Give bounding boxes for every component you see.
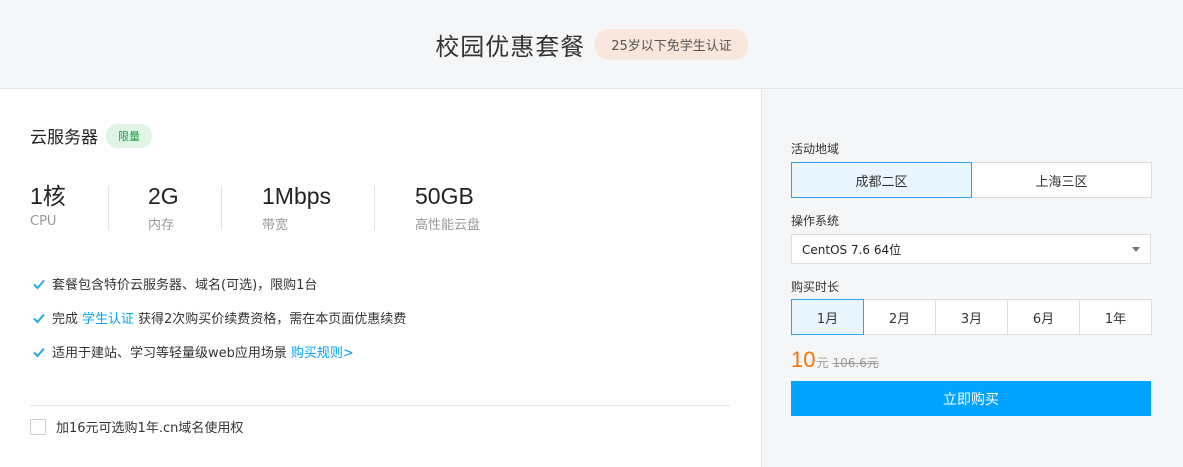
feature-list: 套餐包含特价云服务器、域名(可选)，限购1台 完成 学生认证 获得2次购买价续费… xyxy=(32,275,406,377)
spec-memory: 2G 内存 xyxy=(109,182,222,233)
package-details: 云服务器 限量 1核 CPU 2G 内存 1Mbps 带宽 50GB 高性能云盘 xyxy=(0,89,762,467)
price-value: 10 xyxy=(791,347,816,372)
limited-badge: 限量 xyxy=(106,123,152,148)
divider xyxy=(30,405,730,406)
original-price: 106.6元 xyxy=(832,356,879,370)
spec-value: 2G xyxy=(148,183,179,209)
feature-item: 完成 学生认证 获得2次购买价续费资格，需在本页面优惠续费 xyxy=(32,308,407,327)
check-icon xyxy=(33,313,45,323)
student-badge: 25岁以下免学生认证 xyxy=(595,28,748,60)
spec-value: 1核 xyxy=(30,183,66,209)
duration-label: 购买时长 xyxy=(791,280,840,294)
duration-option-3m[interactable]: 3月 xyxy=(935,299,1008,335)
feature-item: 适用于建站、学习等轻量级web应用场景 购买规则> xyxy=(32,342,406,361)
os-select-value: CentOS 7.6 64位 xyxy=(802,242,902,257)
price: 10 元 106.6元 xyxy=(791,347,879,373)
price-unit: 元 xyxy=(816,356,829,370)
region-label: 活动地域 xyxy=(791,142,840,156)
caret-down-icon xyxy=(1132,247,1140,252)
region-option-chengdu[interactable]: 成都二区 xyxy=(791,162,972,198)
spec-label: 带宽 xyxy=(262,218,289,233)
purchase-panel: 活动地域 成都二区 上海三区 操作系统 CentOS 7.6 64位 购买时长 … xyxy=(762,89,1183,467)
spec-list: 1核 CPU 2G 内存 1Mbps 带宽 50GB 高性能云盘 xyxy=(30,182,525,233)
os-select[interactable]: CentOS 7.6 64位 xyxy=(791,234,1151,264)
os-label: 操作系统 xyxy=(791,214,840,228)
page-title: 校园优惠套餐 xyxy=(435,32,586,61)
duration-option-1y[interactable]: 1年 xyxy=(1079,299,1152,335)
student-verify-link[interactable]: 学生认证 xyxy=(82,308,134,327)
spec-label: 内存 xyxy=(148,218,175,233)
duration-option-6m[interactable]: 6月 xyxy=(1007,299,1080,335)
duration-selector: 1月 2月 3月 6月 1年 xyxy=(791,299,1152,335)
duration-option-1m[interactable]: 1月 xyxy=(791,299,864,335)
product-name: 云服务器 xyxy=(30,128,98,148)
spec-label: 高性能云盘 xyxy=(415,218,481,233)
feature-item: 套餐包含特价云服务器、域名(可选)，限购1台 xyxy=(32,275,406,293)
domain-addon-checkbox[interactable] xyxy=(30,418,46,435)
check-icon xyxy=(33,279,45,289)
feature-text: 套餐包含特价云服务器、域名(可选)，限购1台 xyxy=(52,278,318,293)
domain-addon[interactable]: 加16元可选购1年.cn域名使用权 xyxy=(30,417,243,436)
package-card: 云服务器 限量 1核 CPU 2G 内存 1Mbps 带宽 50GB 高性能云盘 xyxy=(0,88,1183,467)
spec-label: CPU xyxy=(30,214,57,229)
region-selector: 成都二区 上海三区 xyxy=(791,162,1152,198)
spec-disk: 50GB 高性能云盘 xyxy=(375,182,525,233)
feature-text: 获得2次购买价续费资格，需在本页面优惠续费 xyxy=(138,312,407,327)
page-header: 校园优惠套餐 25岁以下免学生认证 xyxy=(0,0,1183,88)
purchase-rules-link[interactable]: 购买规则> xyxy=(291,342,354,361)
product-heading: 云服务器 限量 xyxy=(30,123,152,148)
domain-addon-label: 加16元可选购1年.cn域名使用权 xyxy=(56,421,244,436)
spec-bandwidth: 1Mbps 带宽 xyxy=(222,182,375,233)
check-icon xyxy=(33,347,45,357)
duration-option-2m[interactable]: 2月 xyxy=(863,299,936,335)
feature-text: 完成 xyxy=(52,312,79,327)
region-option-shanghai[interactable]: 上海三区 xyxy=(971,162,1152,198)
buy-now-button[interactable]: 立即购买 xyxy=(791,381,1151,416)
spec-cpu: 1核 CPU xyxy=(30,182,109,232)
spec-value: 1Mbps xyxy=(262,183,332,209)
spec-value: 50GB xyxy=(415,183,474,209)
feature-text: 适用于建站、学习等轻量级web应用场景 xyxy=(52,346,287,361)
